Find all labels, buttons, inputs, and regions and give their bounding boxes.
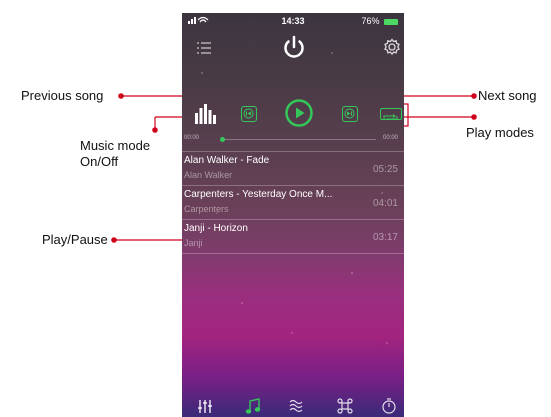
label-next-song: Next song: [478, 88, 537, 103]
song-title: Janji - Horizon: [184, 223, 248, 234]
wave-icon[interactable]: [288, 397, 306, 415]
progress-handle[interactable]: [220, 137, 225, 142]
tab-bar: [182, 395, 404, 417]
status-bar: 14:33 76%: [182, 13, 404, 29]
command-icon[interactable]: [336, 397, 354, 415]
next-icon[interactable]: [342, 106, 358, 122]
power-icon[interactable]: [281, 34, 307, 60]
song-list: Alan Walker - Fade Alan Walker 05:25 Car…: [182, 151, 404, 254]
list-icon[interactable]: [196, 40, 212, 56]
top-bar: [182, 31, 404, 67]
list-item[interactable]: Janji - Horizon Janji 03:17: [182, 219, 404, 254]
progress-bar[interactable]: 00:00 00:00: [182, 133, 404, 143]
sliders-icon[interactable]: [196, 397, 214, 415]
label-play-modes: Play modes: [466, 125, 534, 140]
gear-icon[interactable]: [383, 38, 401, 56]
song-artist: Janji: [184, 238, 203, 248]
song-title: Carpenters - Yesterday Once M...: [184, 189, 333, 200]
battery-icon: [384, 18, 398, 25]
song-artist: Carpenters: [184, 204, 229, 214]
song-duration: 05:25: [372, 164, 398, 175]
battery-percent: 76%: [361, 16, 380, 26]
repeat-icon[interactable]: [380, 108, 402, 120]
label-play-pause: Play/Pause: [42, 232, 108, 247]
progress-track[interactable]: [222, 139, 376, 140]
timer-icon[interactable]: [380, 397, 398, 415]
label-music-mode-onoff: On/Off: [80, 154, 119, 169]
play-icon[interactable]: [285, 99, 313, 127]
previous-icon[interactable]: [241, 106, 257, 122]
song-artist: Alan Walker: [184, 170, 233, 180]
total-time: 00:00: [382, 135, 398, 141]
player-controls: [182, 99, 404, 133]
song-duration: 03:17: [372, 232, 398, 243]
status-right: 76%: [361, 16, 398, 26]
song-duration: 04:01: [372, 198, 398, 209]
song-title: Alan Walker - Fade: [184, 155, 270, 166]
label-music-mode: Music mode: [80, 138, 151, 153]
phone-screen: 14:33 76% 00:00 00:00 Alan Walker - Fade…: [182, 13, 404, 417]
music-note-icon[interactable]: [244, 397, 262, 415]
list-item[interactable]: Carpenters - Yesterday Once M... Carpent…: [182, 185, 404, 219]
equalizer-icon[interactable]: [194, 102, 216, 124]
label-previous-song: Previous song: [21, 88, 104, 103]
list-item[interactable]: Alan Walker - Fade Alan Walker 05:25: [182, 151, 404, 185]
elapsed-time: 00:00: [184, 135, 200, 141]
